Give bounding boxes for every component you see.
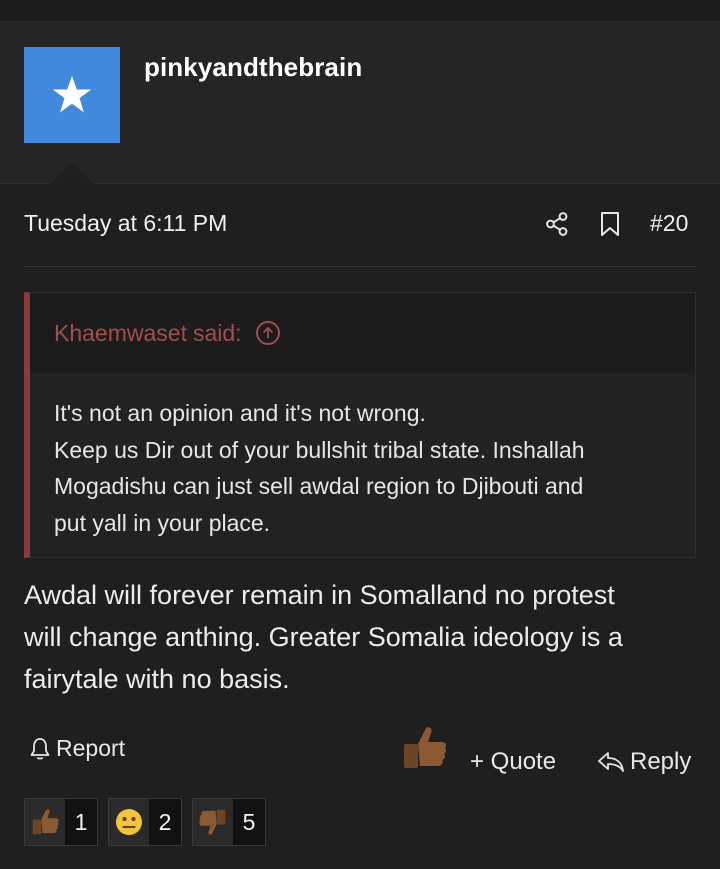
share-icon[interactable] — [544, 211, 570, 237]
reaction-dislike[interactable]: 5 — [192, 798, 266, 846]
quote-author[interactable]: Khaemwaset — [54, 320, 187, 347]
quote-block: Khaemwaset said: It's not an opinion and… — [24, 292, 696, 558]
quote-button[interactable]: + Quote — [470, 748, 556, 776]
post-body: Awdal will forever remain in Somalland n… — [24, 574, 704, 700]
bell-icon — [30, 737, 50, 760]
reply-arrow-icon — [598, 752, 624, 772]
quote-line: It's not an opinion and it's not wrong. — [54, 400, 426, 426]
post-body-line: fairytale with no basis. — [24, 664, 290, 694]
bookmark-icon[interactable] — [598, 211, 622, 237]
post-body-line: Awdal will forever remain in Somalland n… — [24, 580, 615, 610]
avatar[interactable] — [24, 47, 120, 143]
post-number-link[interactable]: #20 — [650, 210, 688, 237]
post-body-line: will change anthing. Greater Somalia ide… — [24, 622, 623, 652]
arrow-up-circle-icon[interactable] — [255, 321, 280, 345]
reply-label: Reply — [630, 748, 692, 775]
post-timestamp[interactable]: Tuesday at 6:11 PM — [24, 210, 227, 237]
quote-button-label: + Quote — [470, 748, 557, 775]
thumbs-up-icon — [32, 809, 59, 835]
reaction-neutral[interactable]: 2 — [108, 798, 182, 846]
neutral-face-icon — [116, 809, 142, 835]
quote-line: put yall in your place. — [54, 509, 271, 536]
report-button[interactable]: Report — [28, 735, 125, 762]
divider — [24, 266, 696, 267]
quote-line: Keep us Dir out of your bullshit tribal … — [54, 436, 585, 463]
reaction-count: 2 — [149, 799, 181, 845]
quote-header[interactable]: Khaemwaset said: — [30, 293, 695, 373]
quote-body: It's not an opinion and it's not wrong. … — [54, 395, 684, 541]
quote-said-label: said: — [192, 319, 242, 346]
username[interactable]: pinkyandthebrain — [144, 52, 362, 83]
report-label: Report — [56, 735, 126, 761]
thumbs-up-icon[interactable] — [398, 722, 450, 774]
reaction-count: 5 — [233, 799, 265, 845]
reaction-count: 1 — [65, 799, 97, 845]
reply-button[interactable]: Reply — [596, 748, 691, 776]
reaction-like[interactable]: 1 — [24, 798, 98, 846]
reaction-bar: 1 2 5 — [24, 798, 276, 846]
quote-line: Mogadishu can just sell awdal region to … — [54, 473, 584, 499]
user-header-caret — [50, 162, 94, 184]
thumbs-down-icon — [199, 809, 226, 835]
star-icon — [52, 75, 92, 113]
top-bar — [0, 0, 720, 22]
